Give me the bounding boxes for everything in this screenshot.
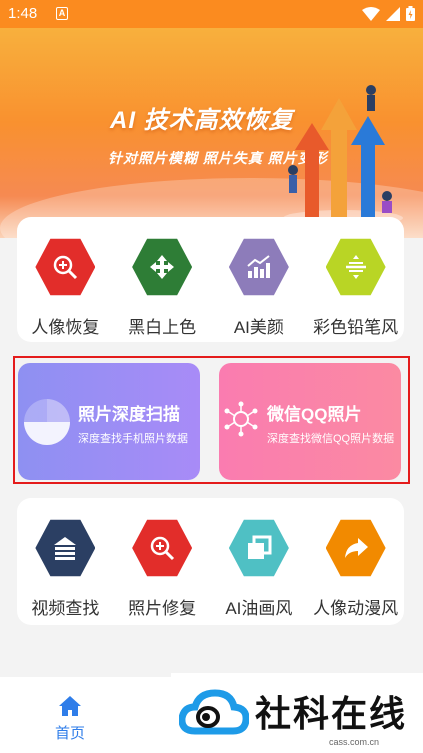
tool-colorize[interactable]: 黑白上色 — [117, 237, 207, 338]
feature-desc: 深度查找手机照片数据 — [78, 433, 188, 445]
cloud-logo-icon — [179, 689, 249, 735]
banner-title: AI 技术高效恢复 — [110, 107, 294, 134]
tool-ai-beauty[interactable]: AI美颜 — [214, 237, 304, 338]
zoom-plus-icon — [35, 238, 96, 296]
chart-trend-icon — [228, 238, 289, 296]
tool-pencil-style[interactable]: 彩色铅笔风 — [311, 237, 401, 338]
tool-label: 彩色铅笔风 — [313, 318, 399, 337]
network-icon — [224, 401, 258, 437]
status-icons — [362, 6, 415, 21]
wifi-icon — [362, 6, 380, 21]
signal-icon — [386, 6, 400, 21]
tool-label: 人像动漫风 — [313, 599, 399, 618]
wechat-qq-photos-button[interactable]: 微信QQ照片 深度查找微信QQ照片数据 — [219, 363, 401, 480]
tool-photo-repair[interactable]: 照片修复 — [117, 518, 207, 619]
tool-ai-oil-painting[interactable]: AI油画风 — [214, 518, 304, 619]
tab-home-label: 首页 — [54, 725, 85, 742]
battery-icon — [406, 6, 415, 21]
home-icon — [59, 696, 81, 716]
share-arrow-icon — [325, 519, 386, 577]
feature-title: 照片深度扫描 — [78, 405, 180, 424]
tool-label: 视频查找 — [31, 599, 100, 618]
notification-badge: A — [56, 7, 68, 20]
status-time: 1:48 — [8, 5, 38, 22]
tool-label: 黑白上色 — [128, 318, 197, 337]
move-arrows-icon — [132, 238, 193, 296]
watermark-url: cass.com.cn — [328, 737, 379, 747]
growth-arrows-illustration — [283, 85, 403, 226]
watermark-text: 社科在线 — [255, 693, 408, 734]
watermark: 社科在线 cass.com.cn — [171, 673, 423, 753]
tool-label: AI美颜 — [233, 318, 284, 337]
tool-label: 人像恢复 — [31, 318, 100, 337]
tool-label: AI油画风 — [225, 599, 293, 618]
status-bar: 1:48 A — [0, 0, 423, 28]
frame-corner-icon — [228, 519, 289, 577]
more-tools-card: 视频查找 照片修复 AI油画风 人像动漫风 — [17, 498, 404, 625]
tool-anime-portrait[interactable]: 人像动漫风 — [311, 518, 401, 619]
photo-deep-scan-button[interactable]: 照片深度扫描 深度查找手机照片数据 — [18, 363, 200, 480]
restore-tools-card: 人像恢复 黑白上色 AI美颜 彩色铅笔风 — [17, 217, 404, 342]
feature-title: 微信QQ照片 — [267, 405, 362, 424]
align-lines-icon — [325, 238, 386, 296]
tool-label: 照片修复 — [128, 599, 197, 618]
tool-portrait-restore[interactable]: 人像恢复 — [20, 237, 110, 338]
hero-banner[interactable]: AI 技术高效恢复 针对照片模糊 照片失真 照片变形 — [0, 28, 423, 238]
zoom-plus-icon — [132, 519, 193, 577]
tab-home[interactable]: 首页 — [40, 695, 100, 743]
radar-icon — [24, 399, 70, 445]
stack-layers-icon — [35, 519, 96, 577]
feature-desc: 深度查找微信QQ照片数据 — [267, 433, 395, 445]
tool-video-find[interactable]: 视频查找 — [20, 518, 110, 619]
